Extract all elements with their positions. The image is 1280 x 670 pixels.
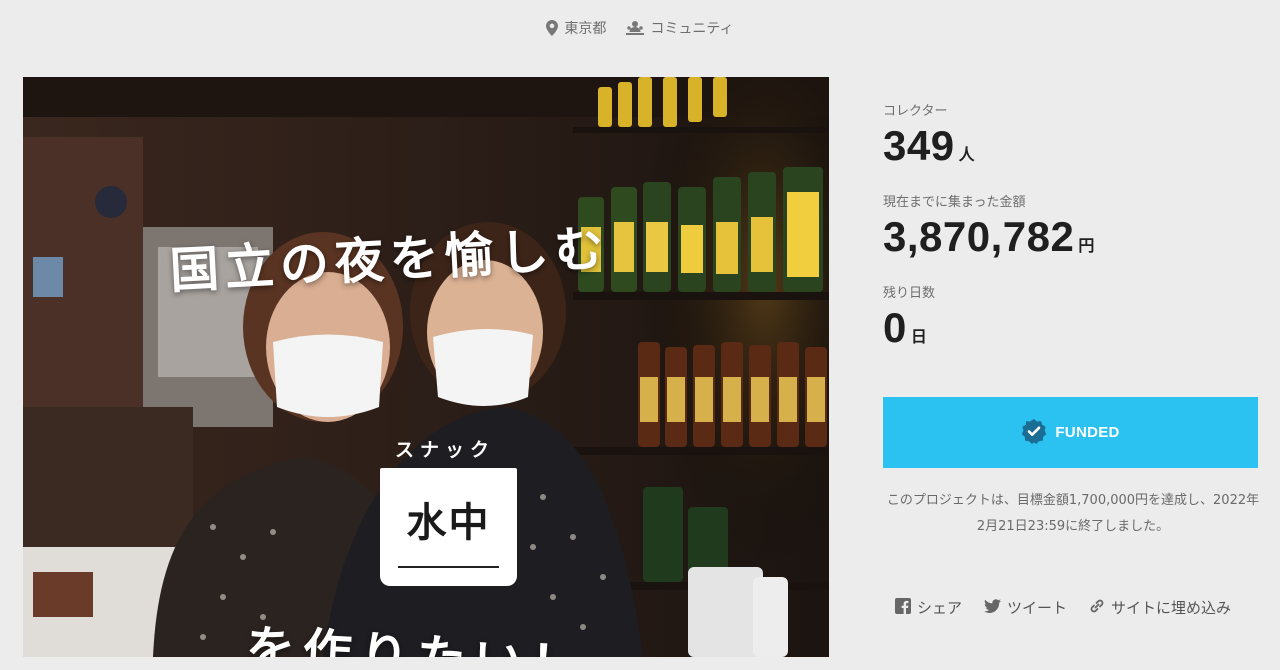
twitter-share-label: ツイート: [1007, 599, 1068, 617]
project-hero-image: 国立の夜を愉しむ スナック 水中 を作りたい！: [23, 77, 829, 657]
project-page: 東京都 コミュニティ 国立の夜を愉しむ スナック 水中 コレクター 349 人 …: [0, 0, 1280, 670]
community-icon: [626, 20, 645, 36]
project-meta: 東京都 コミュニティ: [0, 18, 1280, 38]
logo-kana: スナック: [395, 439, 496, 461]
logo-divider: [398, 566, 499, 568]
stats-panel: コレクター 349 人 現在までに集まった金額 3,870,782 円 残り日数…: [883, 100, 1259, 373]
logo-text: 水中: [406, 499, 491, 546]
twitter-icon: [984, 598, 1002, 617]
days-left-label: 残り日数: [883, 286, 936, 301]
funded-label: FUNDED: [1055, 424, 1120, 441]
link-icon: [1089, 598, 1105, 618]
funded-button[interactable]: FUNDED: [883, 397, 1258, 468]
embed-button[interactable]: サイトに埋め込み: [1089, 597, 1231, 618]
facebook-share-label: シェア: [917, 599, 963, 617]
embed-label: サイトに埋め込み: [1111, 599, 1232, 617]
collectors-stat: コレクター 349 人: [883, 100, 1259, 169]
facebook-icon: [895, 597, 911, 618]
collectors-label: コレクター: [883, 104, 948, 119]
days-left-stat: 残り日数 0 日: [883, 282, 1259, 351]
share-bar: シェア ツイート サイトに埋め込み: [895, 597, 1231, 618]
days-left-unit: 日: [910, 327, 927, 346]
collectors-value: 349: [883, 122, 955, 169]
completion-note-line2: 2月21日23:59に終了しました。: [976, 519, 1170, 534]
days-left-value: 0: [883, 304, 907, 351]
facebook-share-button[interactable]: シェア: [895, 597, 962, 618]
category-link[interactable]: コミュニティ: [626, 18, 734, 38]
location-label: 東京都: [564, 21, 607, 37]
twitter-share-button[interactable]: ツイート: [984, 597, 1067, 618]
amount-stat: 現在までに集まった金額 3,870,782 円: [883, 191, 1259, 260]
snack-logo: 水中: [380, 468, 517, 586]
collectors-unit: 人: [958, 145, 975, 164]
location-link[interactable]: 東京都: [546, 18, 606, 38]
amount-value: 3,870,782: [883, 213, 1075, 260]
completion-note: このプロジェクトは、目標金額1,700,000円を達成し、2022年 2月21日…: [883, 488, 1263, 540]
amount-label: 現在までに集まった金額: [883, 195, 1026, 210]
verified-badge-icon: [1021, 418, 1047, 448]
completion-note-line1: このプロジェクトは、目標金額1,700,000円を達成し、2022年: [886, 493, 1260, 508]
category-label: コミュニティ: [650, 21, 734, 37]
map-pin-icon: [546, 20, 559, 36]
amount-unit: 円: [1078, 236, 1095, 255]
